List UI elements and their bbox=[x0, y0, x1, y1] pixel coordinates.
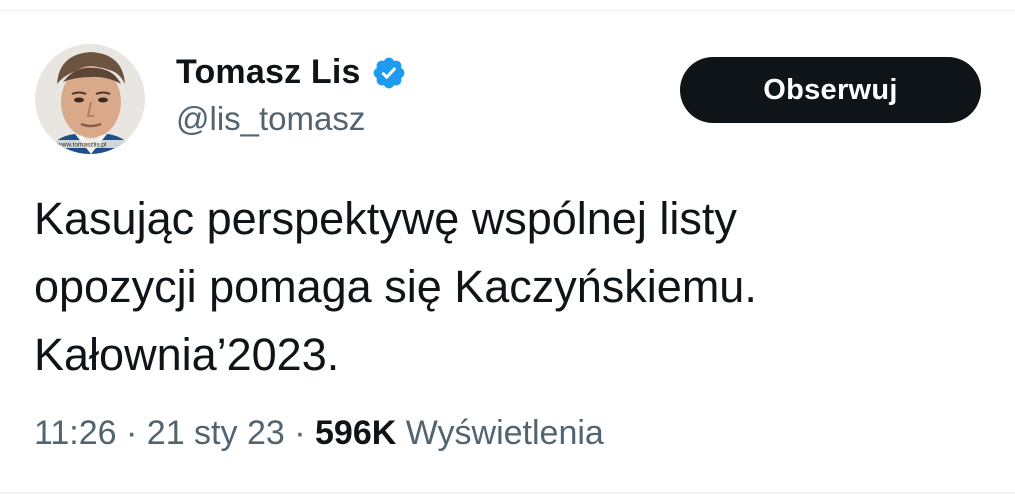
avatar-watermark: www.tomaszlis.pl bbox=[56, 142, 107, 149]
meta-separator: · bbox=[126, 414, 138, 452]
author-display-name[interactable]: Tomasz Lis bbox=[176, 53, 361, 92]
views-label[interactable]: Wyświetlenia bbox=[406, 414, 604, 452]
verified-badge-icon[interactable] bbox=[371, 55, 407, 91]
bottom-divider bbox=[0, 492, 1015, 494]
meta-separator: · bbox=[294, 414, 306, 452]
tweet-text: Kasując perspektywę wspólnej listy opozy… bbox=[34, 193, 757, 380]
views-count[interactable]: 596K bbox=[315, 414, 396, 452]
tweet-time[interactable]: 11:26 bbox=[34, 414, 117, 452]
tweet-date[interactable]: 21 sty 23 bbox=[147, 414, 285, 452]
tweet-meta: 11:26 · 21 sty 23 · 596K Wyświetlenia bbox=[34, 414, 604, 453]
author-handle[interactable]: @lis_tomasz bbox=[176, 100, 365, 138]
author-name-row: Tomasz Lis bbox=[176, 50, 407, 94]
avatar-photo: www.tomaszlis.pl bbox=[35, 44, 145, 154]
avatar[interactable]: www.tomaszlis.pl bbox=[35, 44, 145, 154]
follow-button[interactable]: Obserwuj bbox=[680, 57, 981, 123]
top-divider bbox=[0, 10, 1015, 11]
